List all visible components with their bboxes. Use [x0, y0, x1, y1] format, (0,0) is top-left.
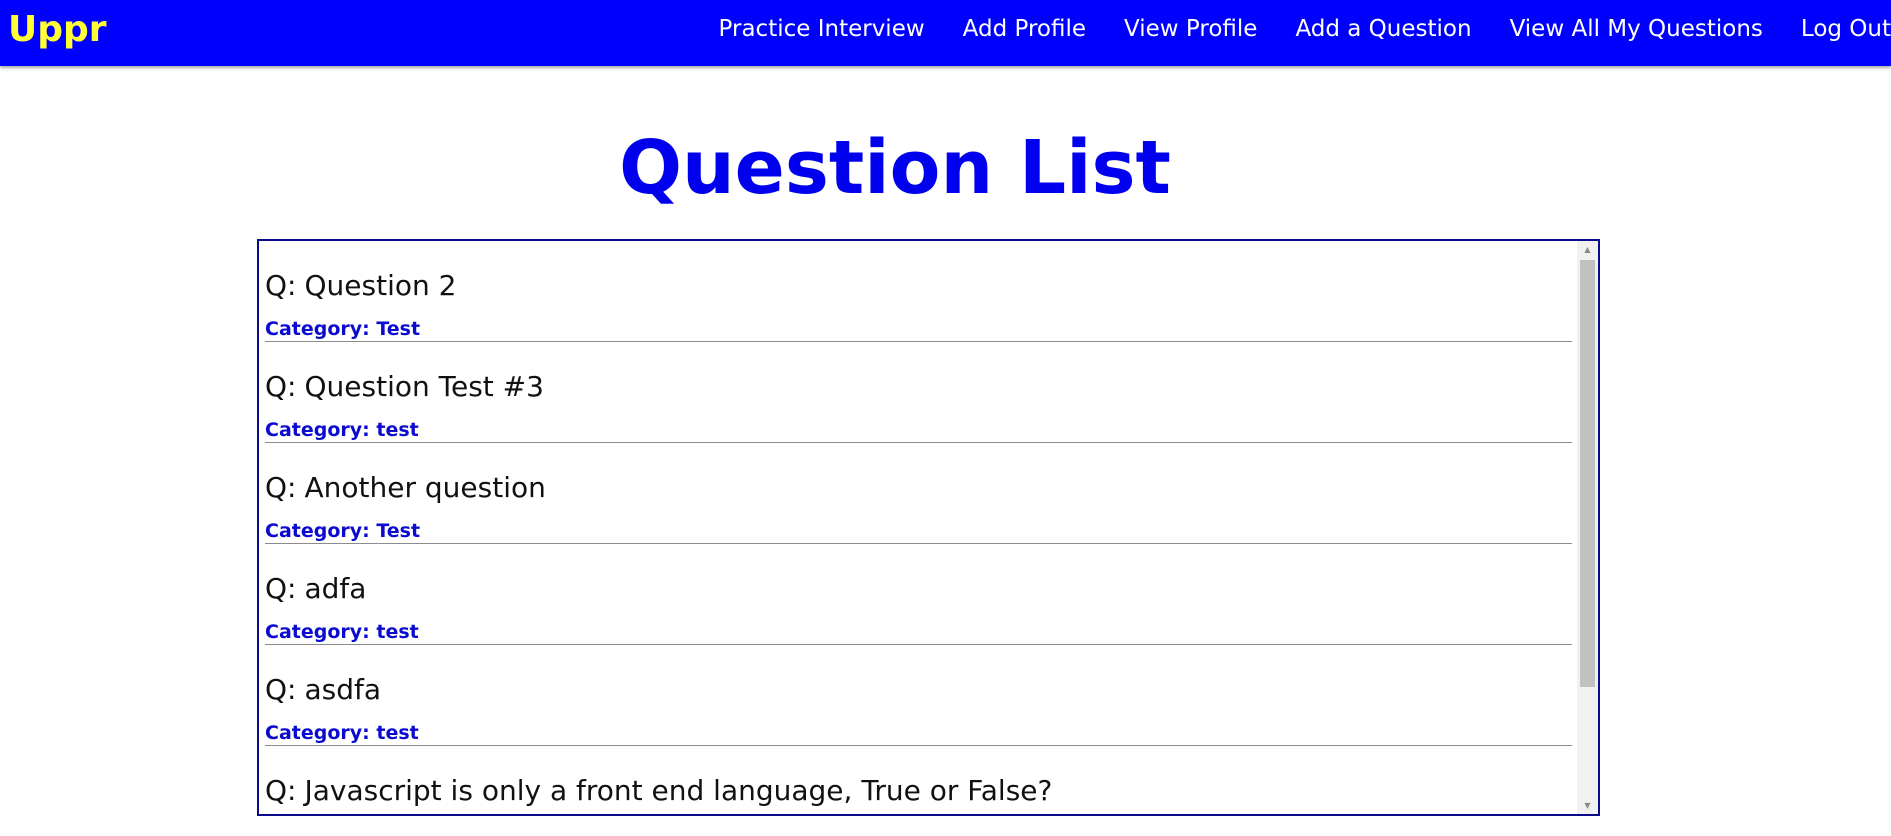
question-category: Category: Test [265, 520, 421, 542]
question-category: Category: test [265, 621, 419, 643]
nav-link-practice-interview[interactable]: Practice Interview [719, 16, 925, 42]
nav-link-view-profile[interactable]: View Profile [1124, 16, 1257, 42]
question-category: Category: test [265, 419, 419, 441]
question-prefix: Q: [265, 269, 297, 302]
question-category: Category: Test [265, 318, 421, 340]
nav-link-add-profile[interactable]: Add Profile [963, 16, 1086, 42]
question-prefix: Q: [265, 673, 297, 706]
question-text: Q: Another question [265, 471, 546, 505]
question-text: Q: Javascript is only a front end languag… [265, 774, 1052, 808]
page-title: Question List [619, 125, 1171, 211]
nav-link-view-all-questions[interactable]: View All My Questions [1510, 16, 1763, 42]
nav-links: Practice Interview Add Profile View Prof… [681, 0, 1891, 58]
question-item: Q: Question Test #3 Category: test [265, 342, 1572, 443]
question-category: Category: test [265, 722, 419, 744]
question-item: Q: asdfa Category: test [265, 645, 1572, 746]
question-text: Q: asdfa [265, 673, 381, 707]
top-navbar: Uppr Practice Interview Add Profile View… [0, 0, 1891, 66]
scrollbar-thumb[interactable] [1580, 260, 1595, 687]
question-item: Q: adfa Category: test [265, 544, 1572, 645]
question-item: Q: Another question Category: Test [265, 443, 1572, 544]
vertical-scrollbar[interactable]: ▲ ▼ [1577, 241, 1598, 814]
question-prefix: Q: [265, 774, 297, 807]
question-text: Q: Question Test #3 [265, 370, 544, 404]
question-label: Javascript is only a front end language,… [304, 774, 1053, 807]
question-label: asdfa [304, 673, 382, 706]
arrow-up-icon[interactable]: ▲ [1577, 241, 1598, 258]
question-label: adfa [304, 572, 367, 605]
question-label: Another question [304, 471, 546, 504]
arrow-down-icon[interactable]: ▼ [1577, 797, 1598, 814]
brand-logo[interactable]: Uppr [8, 8, 107, 52]
question-list[interactable]: Q: Question 2 Category: Test Q: Question T… [257, 239, 1600, 816]
question-item: Q: Javascript is only a front end languag… [265, 746, 1572, 814]
question-prefix: Q: [265, 471, 297, 504]
nav-link-log-out[interactable]: Log Out [1801, 16, 1891, 42]
question-prefix: Q: [265, 370, 297, 403]
question-list-content: Q: Question 2 Category: Test Q: Question T… [259, 241, 1575, 814]
question-item: Q: Question 2 Category: Test [265, 241, 1572, 342]
question-label: Question Test #3 [304, 370, 544, 403]
question-text: Q: Question 2 [265, 269, 456, 303]
nav-link-add-question[interactable]: Add a Question [1295, 16, 1471, 42]
question-label: Question 2 [304, 269, 457, 302]
question-text: Q: adfa [265, 572, 366, 606]
question-prefix: Q: [265, 572, 297, 605]
